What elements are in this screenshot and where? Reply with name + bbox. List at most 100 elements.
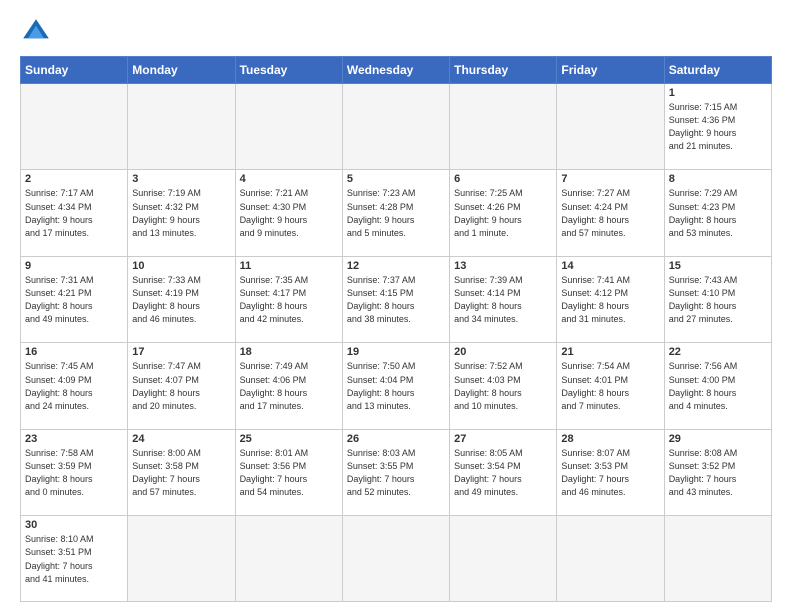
calendar-cell: 2 Sunrise: 7:17 AM Sunset: 4:34 PM Daylig… xyxy=(21,170,128,256)
calendar-cell xyxy=(21,84,128,170)
day-info: Sunrise: 7:37 AM Sunset: 4:15 PM Dayligh… xyxy=(347,274,445,326)
day-number: 10 xyxy=(132,260,230,272)
day-info: Sunrise: 7:25 AM Sunset: 4:26 PM Dayligh… xyxy=(454,187,552,239)
calendar-cell: 19 Sunrise: 7:50 AM Sunset: 4:04 PM Dayli… xyxy=(342,343,449,429)
calendar-cell: 6 Sunrise: 7:25 AM Sunset: 4:26 PM Daylig… xyxy=(450,170,557,256)
day-number: 5 xyxy=(347,173,445,185)
day-info: Sunrise: 7:58 AM Sunset: 3:59 PM Dayligh… xyxy=(25,447,123,499)
day-info: Sunrise: 7:27 AM Sunset: 4:24 PM Dayligh… xyxy=(561,187,659,239)
day-number: 6 xyxy=(454,173,552,185)
day-number: 3 xyxy=(132,173,230,185)
calendar-cell xyxy=(450,516,557,602)
day-number: 1 xyxy=(669,87,767,99)
day-number: 16 xyxy=(25,346,123,358)
day-info: Sunrise: 7:19 AM Sunset: 4:32 PM Dayligh… xyxy=(132,187,230,239)
calendar-cell xyxy=(557,516,664,602)
calendar-cell: 21Sunrise: 7:54 AM Sunset: 4:01 PM Dayli… xyxy=(557,343,664,429)
calendar-cell: 8Sunrise: 7:29 AM Sunset: 4:23 PM Daylig… xyxy=(664,170,771,256)
calendar-header: SundayMondayTuesdayWednesdayThursdayFrid… xyxy=(21,57,772,84)
calendar-week-6: 30Sunrise: 8:10 AM Sunset: 3:51 PM Dayli… xyxy=(21,516,772,602)
calendar-cell: 23 Sunrise: 7:58 AM Sunset: 3:59 PM Dayli… xyxy=(21,429,128,515)
calendar-cell xyxy=(128,84,235,170)
day-info: Sunrise: 7:23 AM Sunset: 4:28 PM Dayligh… xyxy=(347,187,445,239)
day-number: 2 xyxy=(25,173,123,185)
day-number: 28 xyxy=(561,433,659,445)
day-info: Sunrise: 7:52 AM Sunset: 4:03 PM Dayligh… xyxy=(454,360,552,412)
calendar-week-4: 16 Sunrise: 7:45 AM Sunset: 4:09 PM Dayli… xyxy=(21,343,772,429)
day-number: 25 xyxy=(240,433,338,445)
day-number: 18 xyxy=(240,346,338,358)
calendar-cell: 16 Sunrise: 7:45 AM Sunset: 4:09 PM Dayli… xyxy=(21,343,128,429)
day-number: 15 xyxy=(669,260,767,272)
day-info: Sunrise: 7:47 AM Sunset: 4:07 PM Dayligh… xyxy=(132,360,230,412)
calendar-cell: 7 Sunrise: 7:27 AM Sunset: 4:24 PM Daylig… xyxy=(557,170,664,256)
logo xyxy=(20,16,56,48)
day-info: Sunrise: 7:39 AM Sunset: 4:14 PM Dayligh… xyxy=(454,274,552,326)
calendar-cell xyxy=(450,84,557,170)
day-number: 7 xyxy=(561,173,659,185)
calendar-week-5: 23 Sunrise: 7:58 AM Sunset: 3:59 PM Dayli… xyxy=(21,429,772,515)
calendar-cell: 5 Sunrise: 7:23 AM Sunset: 4:28 PM Daylig… xyxy=(342,170,449,256)
day-number: 17 xyxy=(132,346,230,358)
day-info: Sunrise: 7:45 AM Sunset: 4:09 PM Dayligh… xyxy=(25,360,123,412)
day-number: 12 xyxy=(347,260,445,272)
calendar-cell: 29 Sunrise: 8:08 AM Sunset: 3:52 PM Dayli… xyxy=(664,429,771,515)
calendar-cell: 14 Sunrise: 7:41 AM Sunset: 4:12 PM Dayli… xyxy=(557,256,664,342)
calendar-cell: 22 Sunrise: 7:56 AM Sunset: 4:00 PM Dayli… xyxy=(664,343,771,429)
logo-icon xyxy=(20,16,52,48)
calendar-cell: 30Sunrise: 8:10 AM Sunset: 3:51 PM Dayli… xyxy=(21,516,128,602)
calendar-cell xyxy=(557,84,664,170)
day-info: Sunrise: 7:33 AM Sunset: 4:19 PM Dayligh… xyxy=(132,274,230,326)
calendar-cell: 20 Sunrise: 7:52 AM Sunset: 4:03 PM Dayli… xyxy=(450,343,557,429)
day-info: Sunrise: 8:01 AM Sunset: 3:56 PM Dayligh… xyxy=(240,447,338,499)
day-info: Sunrise: 8:08 AM Sunset: 3:52 PM Dayligh… xyxy=(669,447,767,499)
calendar-cell: 4 Sunrise: 7:21 AM Sunset: 4:30 PM Daylig… xyxy=(235,170,342,256)
day-header-wednesday: Wednesday xyxy=(342,57,449,84)
day-header-tuesday: Tuesday xyxy=(235,57,342,84)
day-info: Sunrise: 8:07 AM Sunset: 3:53 PM Dayligh… xyxy=(561,447,659,499)
day-header-saturday: Saturday xyxy=(664,57,771,84)
day-number: 8 xyxy=(669,173,767,185)
day-number: 24 xyxy=(132,433,230,445)
day-info: Sunrise: 7:17 AM Sunset: 4:34 PM Dayligh… xyxy=(25,187,123,239)
calendar-cell: 15Sunrise: 7:43 AM Sunset: 4:10 PM Dayli… xyxy=(664,256,771,342)
calendar-cell: 28 Sunrise: 8:07 AM Sunset: 3:53 PM Dayli… xyxy=(557,429,664,515)
day-number: 19 xyxy=(347,346,445,358)
day-number: 22 xyxy=(669,346,767,358)
calendar-cell xyxy=(342,84,449,170)
calendar-cell xyxy=(235,84,342,170)
day-number: 14 xyxy=(561,260,659,272)
calendar-cell: 11 Sunrise: 7:35 AM Sunset: 4:17 PM Dayli… xyxy=(235,256,342,342)
calendar-cell xyxy=(235,516,342,602)
calendar-cell: 26Sunrise: 8:03 AM Sunset: 3:55 PM Dayli… xyxy=(342,429,449,515)
header xyxy=(20,16,772,48)
day-number: 20 xyxy=(454,346,552,358)
day-info: Sunrise: 8:10 AM Sunset: 3:51 PM Dayligh… xyxy=(25,533,123,585)
calendar-week-2: 2 Sunrise: 7:17 AM Sunset: 4:34 PM Daylig… xyxy=(21,170,772,256)
calendar-cell xyxy=(128,516,235,602)
day-info: Sunrise: 8:03 AM Sunset: 3:55 PM Dayligh… xyxy=(347,447,445,499)
day-header-sunday: Sunday xyxy=(21,57,128,84)
day-header-monday: Monday xyxy=(128,57,235,84)
day-number: 4 xyxy=(240,173,338,185)
day-number: 29 xyxy=(669,433,767,445)
day-info: Sunrise: 7:21 AM Sunset: 4:30 PM Dayligh… xyxy=(240,187,338,239)
calendar-week-3: 9Sunrise: 7:31 AM Sunset: 4:21 PM Daylig… xyxy=(21,256,772,342)
day-number: 13 xyxy=(454,260,552,272)
day-info: Sunrise: 7:56 AM Sunset: 4:00 PM Dayligh… xyxy=(669,360,767,412)
calendar-cell xyxy=(342,516,449,602)
calendar-cell: 12 Sunrise: 7:37 AM Sunset: 4:15 PM Dayli… xyxy=(342,256,449,342)
header-row: SundayMondayTuesdayWednesdayThursdayFrid… xyxy=(21,57,772,84)
day-info: Sunrise: 7:50 AM Sunset: 4:04 PM Dayligh… xyxy=(347,360,445,412)
day-info: Sunrise: 8:05 AM Sunset: 3:54 PM Dayligh… xyxy=(454,447,552,499)
day-info: Sunrise: 8:00 AM Sunset: 3:58 PM Dayligh… xyxy=(132,447,230,499)
calendar-cell: 13 Sunrise: 7:39 AM Sunset: 4:14 PM Dayli… xyxy=(450,256,557,342)
day-info: Sunrise: 7:35 AM Sunset: 4:17 PM Dayligh… xyxy=(240,274,338,326)
day-info: Sunrise: 7:41 AM Sunset: 4:12 PM Dayligh… xyxy=(561,274,659,326)
day-number: 11 xyxy=(240,260,338,272)
day-info: Sunrise: 7:49 AM Sunset: 4:06 PM Dayligh… xyxy=(240,360,338,412)
calendar-cell: 25 Sunrise: 8:01 AM Sunset: 3:56 PM Dayli… xyxy=(235,429,342,515)
calendar: SundayMondayTuesdayWednesdayThursdayFrid… xyxy=(20,56,772,602)
day-number: 23 xyxy=(25,433,123,445)
calendar-body: 1Sunrise: 7:15 AM Sunset: 4:36 PM Daylig… xyxy=(21,84,772,602)
